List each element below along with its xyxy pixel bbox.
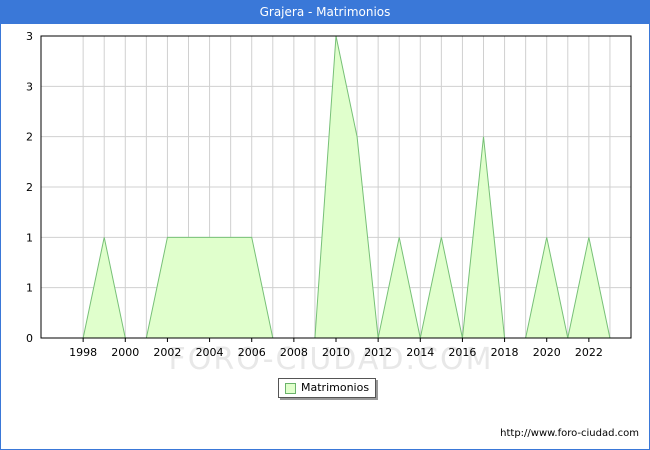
legend-swatch (285, 383, 296, 394)
chart-frame: Grajera - Matrimonios FORO-CIUDAD.COM 01… (0, 0, 650, 450)
x-tick-label: 2008 (280, 346, 308, 359)
y-tick-label: 0 (26, 332, 33, 345)
legend-label-matrimonios: Matrimonios (301, 381, 370, 394)
x-tick-label: 2010 (322, 346, 350, 359)
x-tick-label: 2004 (196, 346, 224, 359)
y-tick-label: 2 (26, 181, 33, 194)
x-tick-label: 2018 (491, 346, 519, 359)
y-tick-label: 2 (26, 131, 33, 144)
x-tick-label: 2002 (153, 346, 181, 359)
y-tick-label: 3 (26, 80, 33, 93)
x-tick-label: 2022 (575, 346, 603, 359)
x-tick-label: 2016 (448, 346, 476, 359)
y-tick-label: 1 (26, 231, 33, 244)
y-tick-label: 1 (26, 282, 33, 295)
x-tick-label: 1998 (69, 346, 97, 359)
x-tick-label: 2020 (533, 346, 561, 359)
x-tick-label: 2014 (406, 346, 434, 359)
x-tick-label: 2012 (364, 346, 392, 359)
x-tick-label: 2006 (238, 346, 266, 359)
x-tick-label: 2000 (111, 346, 139, 359)
source-url[interactable]: http://www.foro-ciudad.com (500, 428, 639, 439)
legend: Matrimonios (278, 378, 376, 398)
y-tick-label: 3 (26, 30, 33, 43)
